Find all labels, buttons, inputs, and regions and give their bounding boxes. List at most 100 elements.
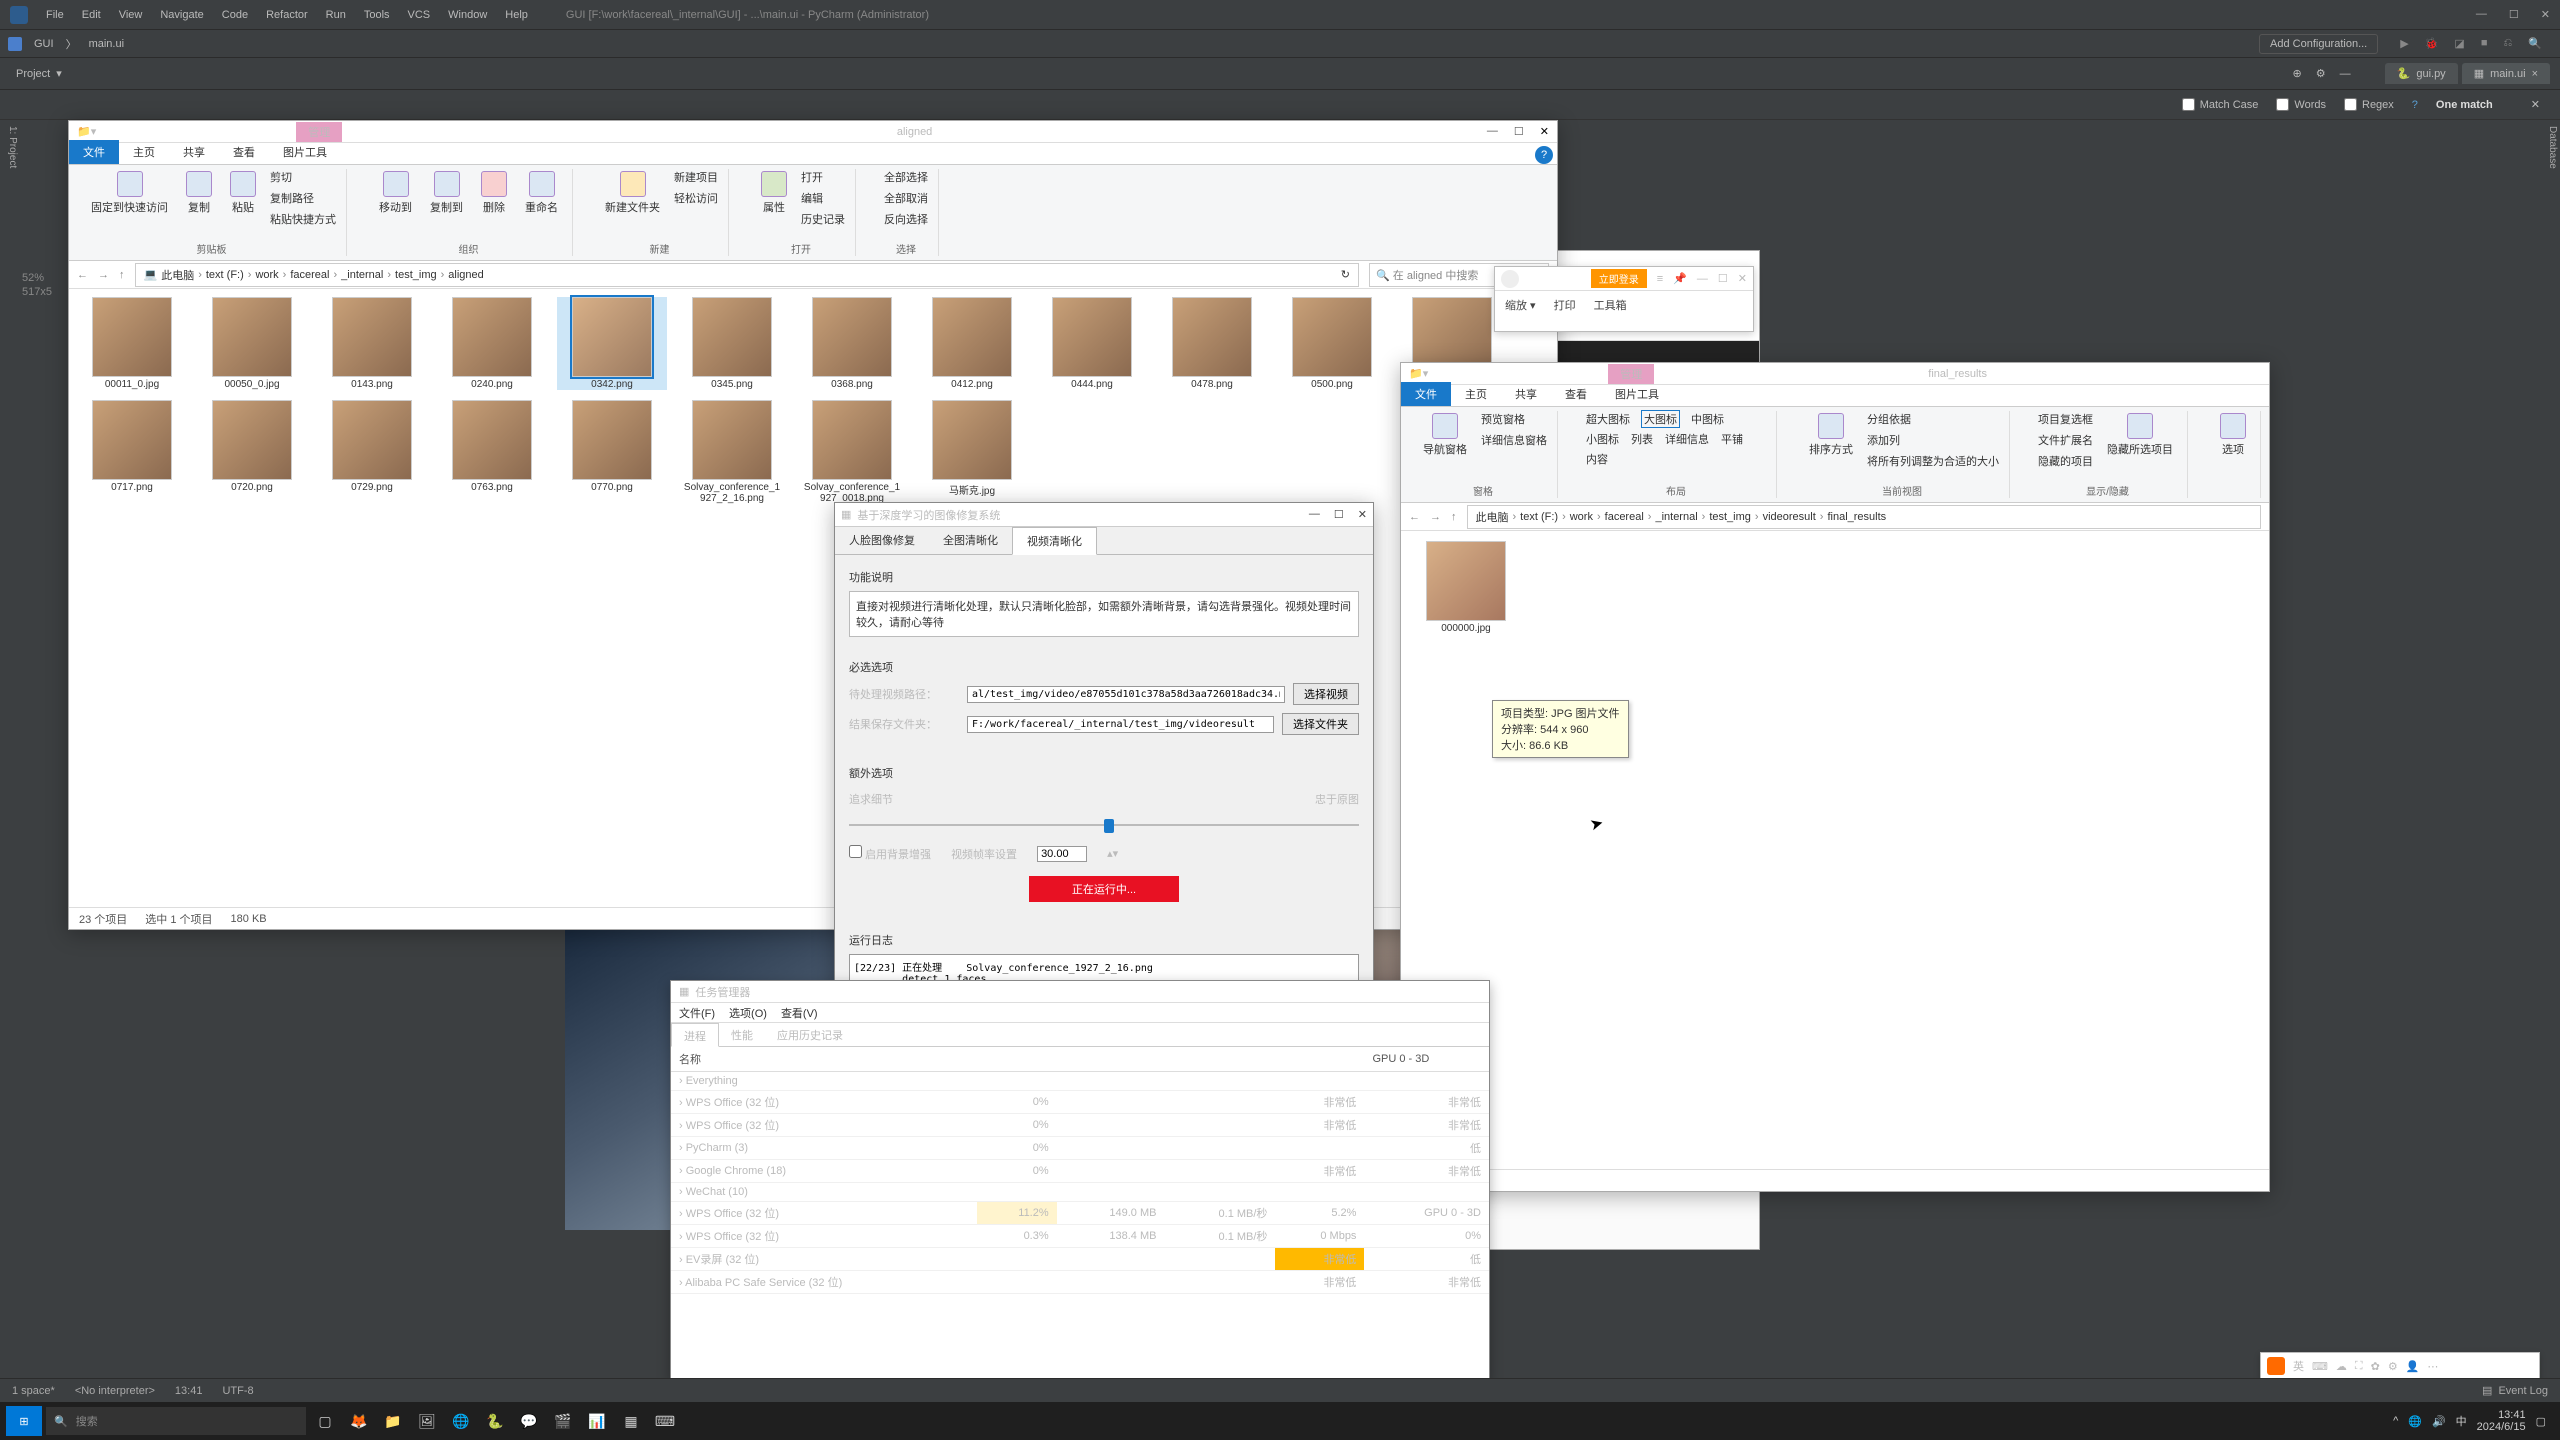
process-table[interactable]: 名称 GPU 0 - 3D › Everything› WPS Office (…	[671, 1047, 1489, 1294]
login-button[interactable]: 立即登录	[1591, 269, 1647, 288]
table-row[interactable]: › PyCharm (3)0%低	[671, 1137, 1489, 1160]
table-row[interactable]: › Google Chrome (18)0%非常低非常低	[671, 1160, 1489, 1183]
volume-icon[interactable]: 🔊	[2432, 1415, 2446, 1428]
file-thumb[interactable]: 0368.png	[797, 297, 907, 390]
rename-button[interactable]: 重命名	[521, 169, 562, 217]
file-grid[interactable]: 000000.jpg	[1401, 531, 2269, 644]
tab-gui-py[interactable]: 🐍gui.py	[2385, 63, 2458, 84]
preview-pane-item[interactable]: 预览窗格	[1481, 411, 1547, 427]
menu-help[interactable]: Help	[505, 9, 528, 21]
event-log-button[interactable]: ▤ Event Log	[2482, 1384, 2548, 1397]
words-checkbox[interactable]: Words	[2276, 98, 2326, 111]
checkbox-item[interactable]: 项目复选框	[2038, 411, 2093, 427]
table-row[interactable]: › EV录屏 (32 位)非常低低	[671, 1248, 1489, 1271]
view-details[interactable]: 详细信息	[1665, 431, 1709, 447]
view-tile[interactable]: 平铺	[1721, 431, 1743, 447]
paste-button[interactable]: 粘贴	[226, 169, 260, 217]
tab-processes[interactable]: 进程	[671, 1023, 719, 1047]
app-icon[interactable]: 🖼	[412, 1406, 442, 1436]
file-thumb[interactable]: 0342.png	[557, 297, 667, 390]
app-icon[interactable]: 🐍	[480, 1406, 510, 1436]
up-icon[interactable]: ↑	[1451, 511, 1457, 523]
copypath-item[interactable]: 复制路径	[270, 190, 336, 206]
settings-icon[interactable]: ⚙	[2388, 1360, 2398, 1373]
moveto-button[interactable]: 移动到	[375, 169, 416, 217]
file-thumb[interactable]: 0143.png	[317, 297, 427, 390]
choose-folder-button[interactable]: 选择文件夹	[1282, 713, 1359, 735]
ribbon-tab-home[interactable]: 主页	[119, 140, 169, 164]
view-small[interactable]: 小图标	[1586, 431, 1619, 447]
edit-item[interactable]: 编辑	[801, 190, 845, 206]
menu-window[interactable]: Window	[448, 9, 487, 21]
app-icon[interactable]: 📊	[582, 1406, 612, 1436]
maximize-icon[interactable]: ☐	[2509, 8, 2519, 21]
newitem-item[interactable]: 新建项目	[674, 169, 718, 185]
tab-full-sharpen[interactable]: 全图清晰化	[929, 527, 1012, 554]
taskbar-clock[interactable]: 13:41 2024/6/15	[2477, 1409, 2526, 1433]
user-icon[interactable]: 👤	[2406, 1360, 2420, 1373]
file-thumb[interactable]: 0478.png	[1157, 297, 1267, 390]
file-thumb[interactable]: 0444.png	[1037, 297, 1147, 390]
table-row[interactable]: › Alibaba PC Safe Service (32 位)非常低非常低	[671, 1271, 1489, 1294]
file-thumb[interactable]: 马斯克.jpg	[917, 400, 1027, 504]
file-thumb[interactable]: 00050_0.jpg	[197, 297, 307, 390]
settings-icon[interactable]: ⚙	[2316, 67, 2326, 80]
open-item[interactable]: 打开	[801, 169, 845, 185]
delete-button[interactable]: 删除	[477, 169, 511, 217]
app-icon[interactable]: 🎬	[548, 1406, 578, 1436]
start-button[interactable]: ⊞	[6, 1406, 42, 1436]
taskbar-search[interactable]: 🔍搜索	[46, 1407, 306, 1435]
address-bar[interactable]: 💻 此电脑› text (F:)› work› facereal› _inter…	[135, 263, 1360, 287]
tab-video-sharpen[interactable]: 视频清晰化	[1012, 527, 1097, 555]
status-line[interactable]: 13:41	[175, 1385, 203, 1397]
ribbon-tab-share[interactable]: 共享	[1501, 382, 1551, 406]
file-thumb[interactable]: 0717.png	[77, 400, 187, 504]
forward-icon[interactable]: →	[98, 269, 109, 281]
table-row[interactable]: › WPS Office (32 位)0%非常低非常低	[671, 1114, 1489, 1137]
tab-face-repair[interactable]: 人脸图像修复	[835, 527, 929, 554]
back-icon[interactable]: ←	[77, 269, 88, 281]
project-label[interactable]: Project	[16, 68, 50, 80]
minimize-icon[interactable]: —	[1309, 508, 1320, 521]
app-icon[interactable]: 📁	[378, 1406, 408, 1436]
ime-toolbar[interactable]: 英 ⌨ ☁ ⛶ ✿ ⚙ 👤 ⋯	[2260, 1352, 2540, 1380]
close-findbar-icon[interactable]: ✕	[2531, 98, 2540, 111]
maximize-icon[interactable]: ☐	[1718, 272, 1728, 285]
ribbon-tab-view[interactable]: 查看	[219, 140, 269, 164]
ribbon-tab-home[interactable]: 主页	[1451, 382, 1501, 406]
menu-code[interactable]: Code	[222, 9, 248, 21]
ide-left-sidebar[interactable]: 1: Project	[0, 120, 20, 720]
view-content[interactable]: 内容	[1586, 451, 1608, 467]
menu-run[interactable]: Run	[326, 9, 346, 21]
app-icon[interactable]: 💬	[514, 1406, 544, 1436]
fps-input[interactable]	[1037, 846, 1087, 862]
close-icon[interactable]: ✕	[1358, 508, 1367, 521]
view-large[interactable]: 大图标	[1642, 411, 1679, 427]
close-icon[interactable]: ✕	[2541, 8, 2550, 21]
hide-button[interactable]: 隐藏所选项目	[2103, 411, 2177, 459]
app-icon[interactable]: 🌐	[446, 1406, 476, 1436]
table-row[interactable]: › Everything	[671, 1072, 1489, 1091]
quick-access-icon[interactable]: ▾	[91, 125, 97, 138]
table-row[interactable]: › WeChat (10)	[671, 1183, 1489, 1202]
menu-tools[interactable]: Tools	[364, 9, 390, 21]
details-pane-item[interactable]: 详细信息窗格	[1481, 432, 1547, 448]
table-row[interactable]: › WPS Office (32 位)11.2%149.0 MB0.1 MB/秒…	[671, 1202, 1489, 1225]
pin-button[interactable]: 固定到快速访问	[87, 169, 172, 217]
menu-options[interactable]: 选项(O)	[729, 1005, 767, 1021]
menu-file[interactable]: 文件(F)	[679, 1005, 715, 1021]
quick-access-icon[interactable]: ▾	[1423, 367, 1429, 380]
view-medium[interactable]: 中图标	[1691, 411, 1724, 427]
status-spaces[interactable]: 1 space*	[12, 1385, 55, 1397]
forward-icon[interactable]: →	[1430, 511, 1441, 523]
minimize-icon[interactable]: —	[1487, 125, 1498, 138]
stop-icon[interactable]: ■	[2481, 37, 2488, 50]
breadcrumb-file[interactable]: main.ui	[89, 38, 124, 50]
tab-performance[interactable]: 性能	[719, 1023, 765, 1046]
print-button[interactable]: 打印	[1554, 297, 1576, 313]
tab-history[interactable]: 应用历史记录	[765, 1023, 855, 1046]
col-name[interactable]: 名称	[671, 1047, 977, 1072]
maximize-icon[interactable]: ☐	[1514, 125, 1524, 138]
ribbon-tab-file[interactable]: 文件	[1401, 382, 1451, 406]
file-thumb[interactable]: 0770.png	[557, 400, 667, 504]
